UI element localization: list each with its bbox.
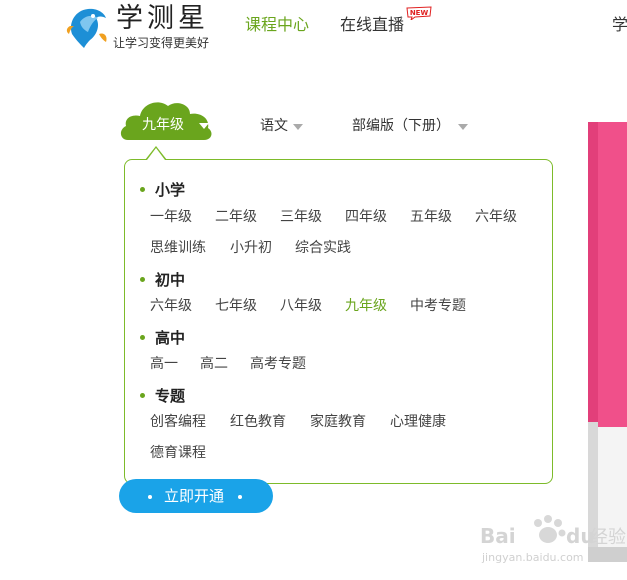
topic-option[interactable]: 德育课程 xyxy=(150,444,206,462)
brand-name[interactable]: 学测星 xyxy=(116,2,209,36)
textbook-cover-image[interactable] xyxy=(588,122,627,562)
baidu-watermark: Bai du 经验 jingyan.baidu.com xyxy=(480,515,626,564)
section-title-senior: 高中 xyxy=(155,329,186,347)
dropdown-arrow-fill xyxy=(147,148,165,160)
section-title-topics: 专题 xyxy=(155,387,186,405)
watermark-url: jingyan.baidu.com xyxy=(481,551,584,564)
nav-item-cut[interactable]: 学 xyxy=(612,15,627,35)
bullet-dot xyxy=(140,393,145,398)
topic-option[interactable]: 心理健康 xyxy=(390,413,446,431)
grade-option[interactable]: 一年级 xyxy=(150,208,192,226)
grade-option[interactable]: 二年级 xyxy=(215,208,257,226)
bullet-dot xyxy=(140,335,145,340)
bullet-dot xyxy=(140,277,145,282)
chevron-down-icon[interactable] xyxy=(458,124,468,130)
grade-option[interactable]: 小升初 xyxy=(230,239,272,257)
grade-selector-label[interactable]: 九年级 xyxy=(142,116,184,134)
subject-selector[interactable]: 语文 xyxy=(260,117,288,135)
grade-option[interactable]: 八年级 xyxy=(280,297,322,315)
section-title-junior: 初中 xyxy=(155,271,186,289)
nav-course-center[interactable]: 课程中心 xyxy=(245,15,309,35)
grade-option[interactable]: 四年级 xyxy=(345,208,387,226)
grade-option[interactable]: 综合实践 xyxy=(295,239,351,257)
nav-live[interactable]: 在线直播 xyxy=(340,15,404,35)
baidu-paw-icon xyxy=(534,515,566,543)
dolphin-logo-icon[interactable] xyxy=(66,4,110,50)
grade-option-selected[interactable]: 九年级 xyxy=(345,297,387,315)
button-dot xyxy=(148,495,152,499)
topic-option[interactable]: 家庭教育 xyxy=(310,413,366,431)
grade-option[interactable]: 六年级 xyxy=(475,208,517,226)
grade-option[interactable]: 高二 xyxy=(200,355,228,373)
chevron-down-icon[interactable] xyxy=(199,123,209,129)
watermark-cn: 经验 xyxy=(590,527,626,548)
new-badge-text: NEW xyxy=(410,9,429,17)
new-badge-icon: NEW xyxy=(406,6,432,20)
open-now-button-label[interactable]: 立即开通 xyxy=(164,486,224,506)
chevron-down-icon[interactable] xyxy=(293,124,303,130)
topic-option[interactable]: 创客编程 xyxy=(150,413,206,431)
section-title-primary: 小学 xyxy=(155,181,186,199)
button-dot xyxy=(238,495,242,499)
brand-slogan: 让学习变得更美好 xyxy=(113,36,210,50)
edition-selector[interactable]: 部编版（下册） xyxy=(352,117,450,135)
topic-option[interactable]: 红色教育 xyxy=(230,413,286,431)
watermark-brand: Bai xyxy=(480,524,516,548)
grade-option[interactable]: 七年级 xyxy=(215,297,257,315)
grade-option[interactable]: 三年级 xyxy=(280,208,322,226)
bullet-dot xyxy=(140,187,145,192)
grade-option[interactable]: 高考专题 xyxy=(250,355,306,373)
grade-option[interactable]: 五年级 xyxy=(410,208,452,226)
grade-option[interactable]: 高一 xyxy=(150,355,178,373)
grade-option[interactable]: 中考专题 xyxy=(410,297,466,315)
grade-option[interactable]: 六年级 xyxy=(150,297,192,315)
grade-option[interactable]: 思维训练 xyxy=(150,239,206,257)
